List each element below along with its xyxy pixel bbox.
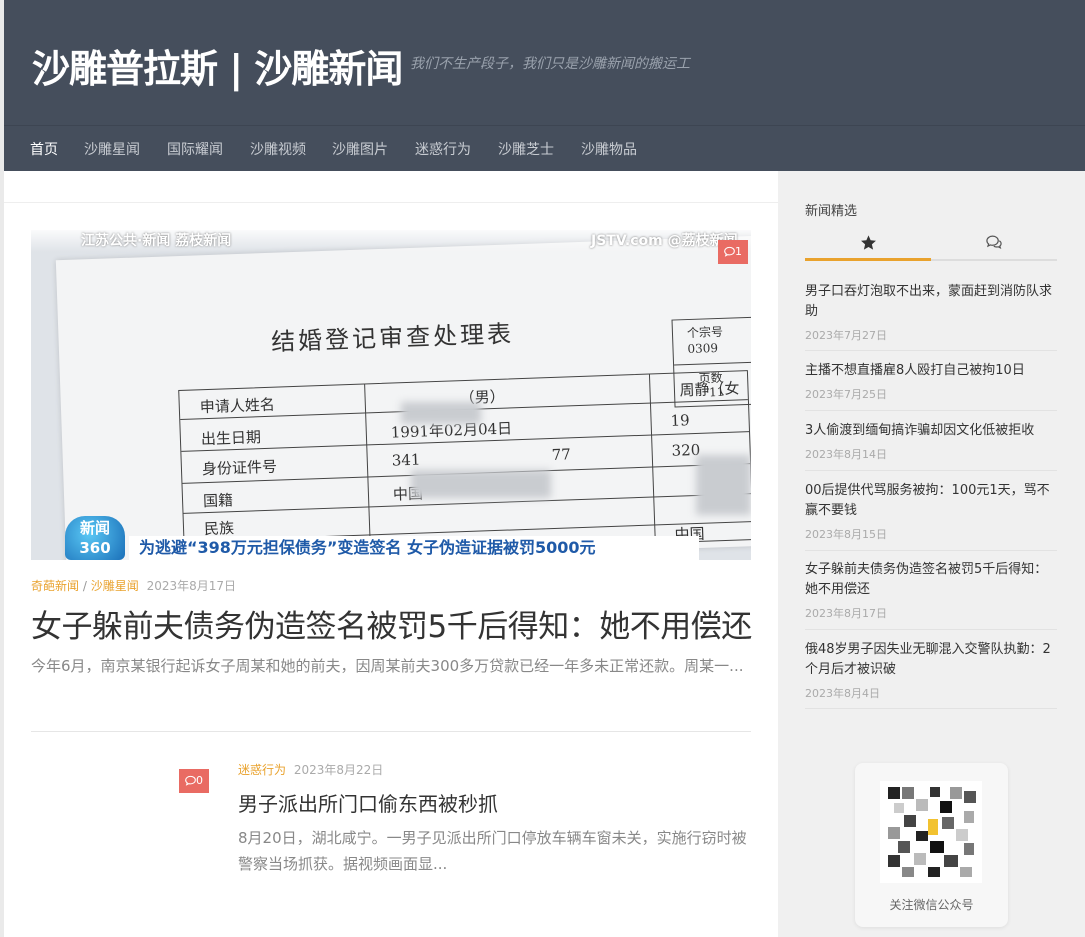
nav-item-items[interactable]: 沙雕物品: [581, 139, 637, 159]
document-table: 申请人姓名 出生日期 身份证件号 国籍 民族 （男） 1991年02月04日 3…: [178, 370, 751, 560]
qr-code-icon[interactable]: [880, 781, 982, 883]
featured-post-title[interactable]: 女子躲前夫债务伪造签名被罚5千后得知：她不用偿还: [31, 601, 752, 646]
list-item: 3人偷渡到缅甸搞诈骗却因文化低被拒收 2023年8月14日: [805, 421, 1057, 471]
sidebar-tabs: [805, 229, 1057, 261]
nav-item-videos[interactable]: 沙雕视频: [250, 139, 306, 159]
redaction-blur: [401, 402, 481, 424]
sidebar: 新闻精选 男子口吞灯泡取不出来，蒙面赶到消防队求助 2023年7月27日 主播不…: [778, 171, 1085, 937]
divider: [4, 202, 778, 203]
site-header: 沙雕普拉斯 | 沙雕新闻 我们不生产段子，我们只是沙雕新闻的搬运工: [4, 0, 1085, 125]
comments-icon: [986, 235, 1002, 250]
redaction-blur: [411, 470, 551, 498]
news-title[interactable]: 男子口吞灯泡取不出来，蒙面赶到消防队求助: [805, 282, 1057, 322]
category-separator: /: [82, 579, 87, 593]
doc-box-label: 个宗号: [686, 324, 724, 341]
doc-field-label: 申请人姓名: [199, 395, 276, 417]
nav-item-home[interactable]: 首页: [30, 139, 58, 159]
nav-item-international[interactable]: 国际耀闻: [167, 139, 223, 159]
doc-field-value: 77: [551, 445, 572, 464]
post-date: 2023年8月22日: [293, 763, 384, 777]
star-icon: [860, 235, 876, 250]
news-date: 2023年8月17日: [805, 607, 887, 620]
doc-field-label: 国籍: [202, 491, 234, 511]
comment-count-badge[interactable]: 0: [179, 769, 209, 793]
post-excerpt: 8月20日，湖北咸宁。一男子见派出所门口停放车辆车窗未关，实施行窃时被警察当场抓…: [238, 829, 747, 873]
news-title[interactable]: 主播不想直播雇8人殴打自己被拘10日: [805, 361, 1057, 381]
qr-label: 关注微信公众号: [889, 898, 974, 912]
doc-field-label: 身份证件号: [201, 457, 278, 479]
news-date: 2023年8月15日: [805, 528, 887, 541]
list-item: 00后提供代骂服务被拘：100元1天，骂不赢不要钱 2023年8月15日: [805, 481, 1057, 551]
main-content: 结婚登记审查处理表 个宗号 0309 页数 11 申请人姓名 出生日期 身份证件…: [4, 171, 778, 937]
site-description: 我们不生产段子，我们只是沙雕新闻的搬运工: [410, 56, 690, 72]
news-title[interactable]: 女子躲前夫债务伪造签名被罚5千后得知：她不用偿还: [805, 560, 1057, 600]
doc-field-value: 19: [670, 411, 690, 430]
redaction-blur: [696, 455, 751, 515]
news-title[interactable]: 00后提供代骂服务被拘：100元1天，骂不赢不要钱: [805, 481, 1057, 521]
news-date: 2023年8月14日: [805, 448, 887, 461]
list-item: 主播不想直播雇8人殴打自己被拘10日 2023年7月25日: [805, 361, 1057, 411]
image-caption: 为逃避“398万元担保债务”变造签名 女子伪造证据被罚5000元: [129, 536, 699, 560]
news-date: 2023年8月4日: [805, 687, 880, 700]
news360-logo: 新闻 360: [65, 516, 125, 560]
comment-count: 0: [196, 774, 203, 787]
news-title[interactable]: 俄48岁男子因失业无聊混入交警队执勤：2个月后才被识破: [805, 640, 1057, 680]
comment-icon: [185, 775, 196, 786]
nav-item-stars[interactable]: 沙雕星闻: [84, 139, 140, 159]
news-date: 2023年7月25日: [805, 388, 887, 401]
featured-post-image[interactable]: 结婚登记审查处理表 个宗号 0309 页数 11 申请人姓名 出生日期 身份证件…: [31, 230, 751, 560]
divider: [31, 731, 751, 732]
featured-post-excerpt: 今年6月，南京某银行起诉女子周某和她的前夫，因周某前夫300多万贷款已经一年多未…: [31, 657, 744, 675]
news-date: 2023年7月27日: [805, 329, 887, 342]
list-item: 女子躲前夫债务伪造签名被罚5千后得知：她不用偿还 2023年8月17日: [805, 560, 1057, 630]
list-item: 男子口吞灯泡取不出来，蒙面赶到消防队求助 2023年7月27日: [805, 282, 1057, 351]
nav-item-confusing[interactable]: 迷惑行为: [415, 139, 471, 159]
category-link[interactable]: 迷惑行为: [238, 763, 286, 777]
news-title[interactable]: 3人偷渡到缅甸搞诈骗却因文化低被拒收: [805, 421, 1057, 441]
tab-popular[interactable]: [805, 229, 931, 261]
nav-item-knowledge[interactable]: 沙雕芝士: [498, 139, 554, 159]
doc-field-value: 周静（女: [679, 379, 740, 400]
doc-field-label: 出生日期: [200, 428, 262, 449]
page: 沙雕普拉斯 | 沙雕新闻 我们不生产段子，我们只是沙雕新闻的搬运工 首页 沙雕星…: [4, 0, 1085, 937]
doc-field-value: 341: [391, 450, 421, 470]
category-link[interactable]: 沙雕星闻: [91, 579, 139, 593]
list-item: 俄48岁男子因失业无聊混入交警队执勤：2个月后才被识破 2023年8月4日: [805, 640, 1057, 709]
post-meta: 奇葩新闻 / 沙雕星闻 2023年8月17日: [31, 577, 236, 594]
doc-box-value: 0309: [687, 340, 719, 357]
site-title[interactable]: 沙雕普拉斯 | 沙雕新闻: [32, 38, 403, 93]
post-meta: 迷惑行为 2023年8月22日: [238, 761, 383, 778]
category-link[interactable]: 奇葩新闻: [31, 579, 79, 593]
comment-icon: [724, 246, 735, 257]
comment-count-badge[interactable]: 1: [718, 240, 748, 264]
watermark-right: JSTV.com @荔枝新闻: [591, 233, 738, 249]
main-nav: 首页 沙雕星闻 国际耀闻 沙雕视频 沙雕图片 迷惑行为 沙雕芝士 沙雕物品: [4, 125, 1085, 171]
watermark-left: 江苏公共·新闻 荔枝新闻: [81, 233, 232, 249]
wechat-qr-card: 关注微信公众号: [855, 763, 1008, 927]
post-title[interactable]: 男子派出所门口偷东西被秒抓: [238, 788, 498, 817]
nav-item-pictures[interactable]: 沙雕图片: [332, 139, 388, 159]
post-date: 2023年8月17日: [146, 579, 237, 593]
comment-count: 1: [735, 245, 742, 258]
tab-comments[interactable]: [931, 229, 1057, 261]
sidebar-heading: 新闻精选: [805, 204, 858, 219]
